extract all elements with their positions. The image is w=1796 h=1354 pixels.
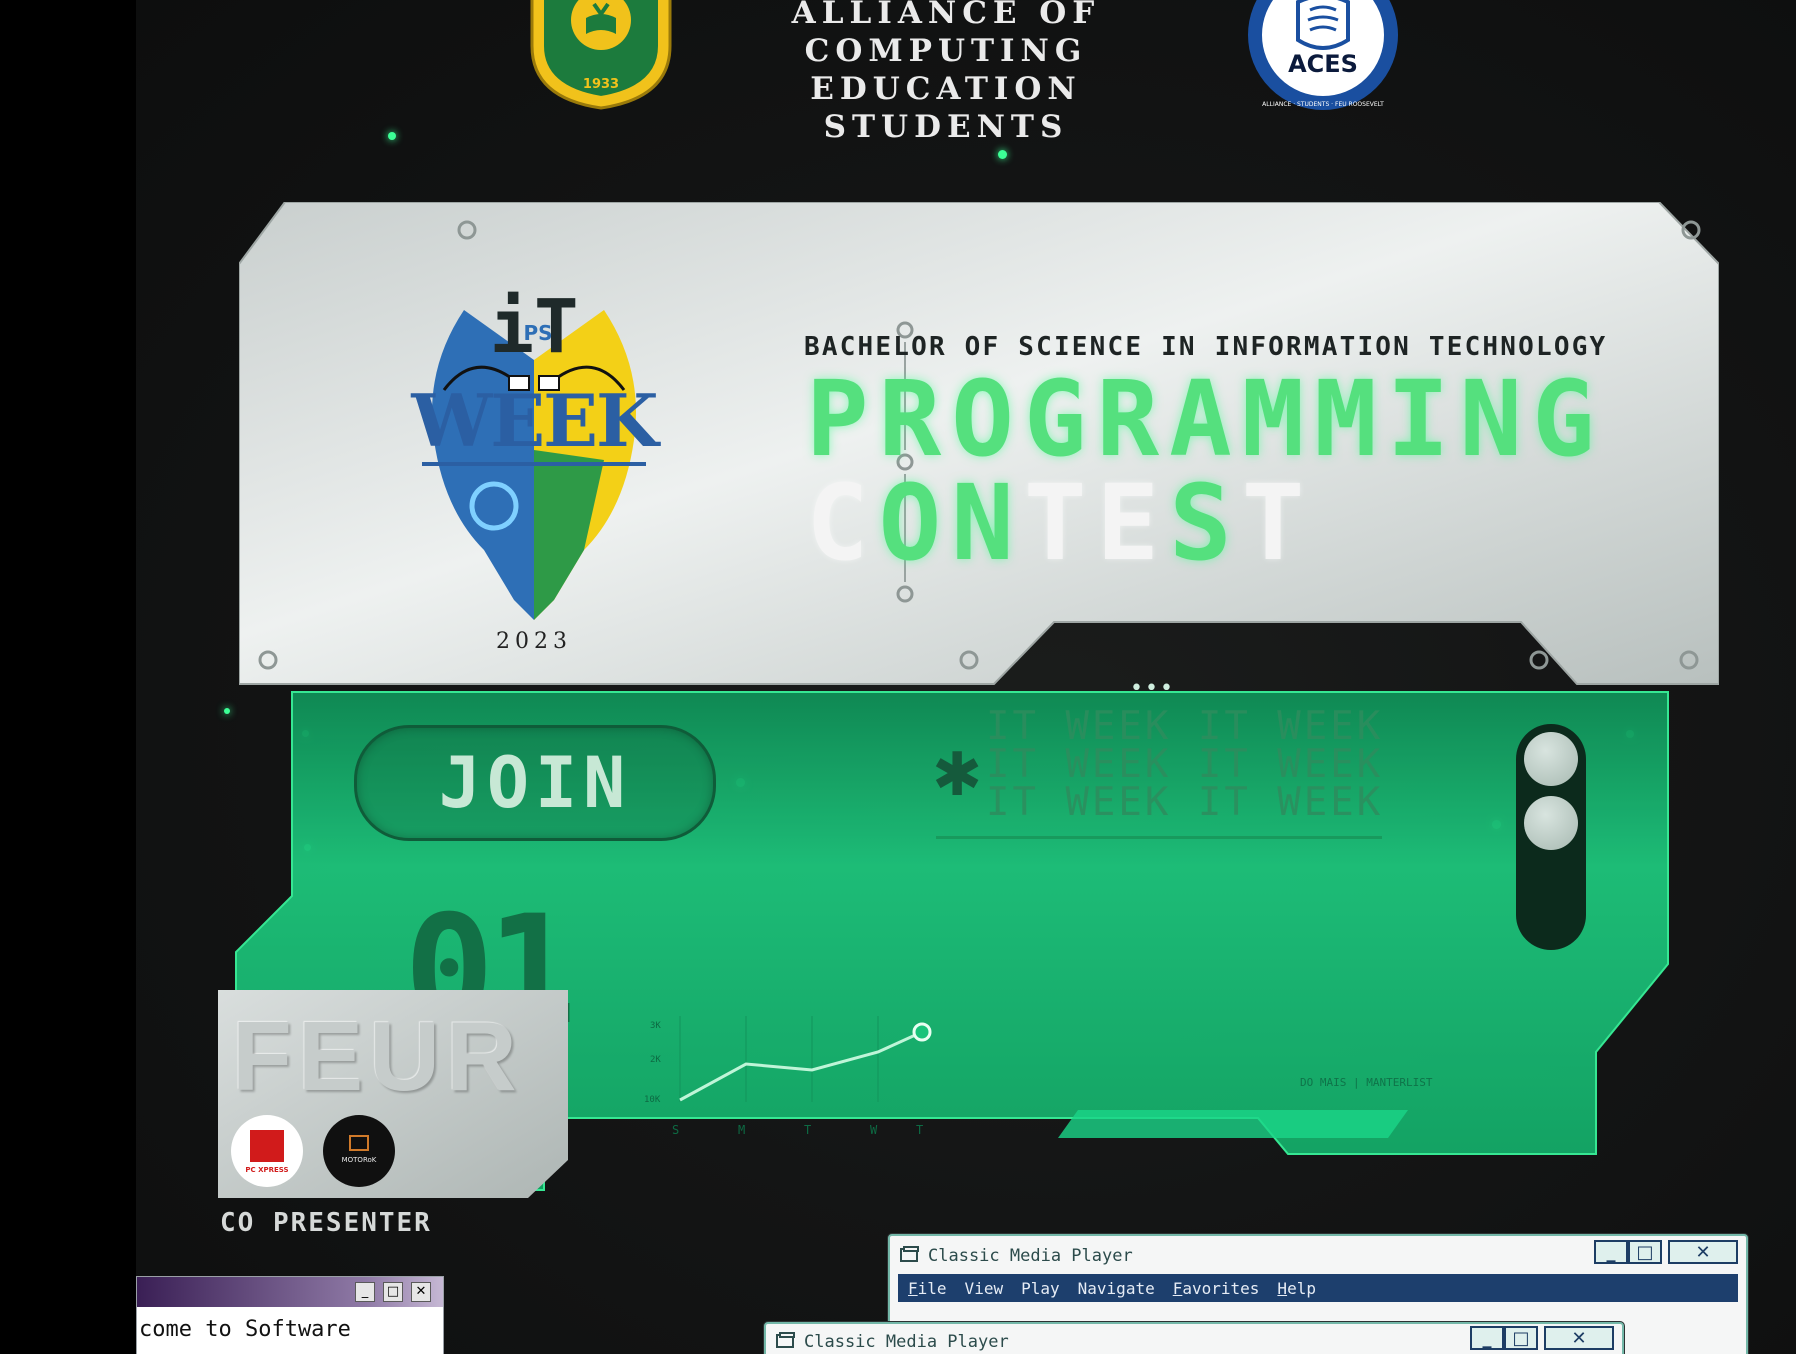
event-poster: ALLIANCE OF COMPUTING EDUCATION STUDENTS… — [136, 0, 1796, 1354]
logo-week-text: WEEK — [410, 378, 661, 463]
title-contest-part: TE — [1023, 462, 1170, 584]
title-contest-part: S — [1169, 462, 1242, 584]
close-button[interactable]: ✕ — [1544, 1326, 1614, 1350]
title-contest: CONTEST — [806, 462, 1314, 584]
it-week-logo: iT PS WEEK 2023 — [410, 284, 663, 650]
sparkle-dot — [998, 150, 1007, 159]
title-contest-part: C — [806, 462, 879, 584]
toggle-knob — [1524, 732, 1578, 786]
window-title: Classic Media Player — [928, 1246, 1133, 1266]
window-title: Classic Media Player — [804, 1332, 1009, 1352]
aces-seal-logo: ACES ALLIANCE · STUDENTS · FEU ROOSEVELT — [1248, 0, 1398, 110]
sponsor-logo-motorok: MOTORoK — [323, 1115, 395, 1187]
sparkle-dot — [388, 132, 396, 140]
menu-help[interactable]: Help — [1277, 1279, 1316, 1298]
mini-chart-x-label: W — [870, 1123, 878, 1137]
title-contest-part: T — [1241, 462, 1315, 584]
organization-title: ALLIANCE OF COMPUTING EDUCATION STUDENTS — [696, 0, 1196, 146]
menu-favorites[interactable]: Favorites — [1173, 1279, 1260, 1298]
minimize-button[interactable]: _ — [1470, 1326, 1504, 1350]
ticker-line: IT WEEK IT WEEK — [986, 704, 1384, 749]
ticker-line: IT WEEK IT WEEK — [986, 780, 1384, 825]
mini-chart-x-label: S — [672, 1123, 679, 1137]
asterisk-icon: ✱ — [932, 740, 983, 810]
maximize-button[interactable]: □ — [383, 1282, 403, 1302]
aces-ring-text: ALLIANCE · STUDENTS · FEU ROOSEVELT — [1262, 101, 1384, 108]
title-contest-part: ON — [878, 462, 1024, 584]
it-week-ticker: IT WEEK IT WEEK IT WEEK IT WEEK IT WEEK … — [986, 704, 1384, 825]
mini-chart-y-label: 10K — [644, 1095, 661, 1105]
logo-mid-text: PS — [523, 321, 552, 345]
ticker-dots: ••• — [1130, 676, 1175, 701]
media-player-window-back[interactable]: Classic Media Player _ □ ✕ — [764, 1322, 1624, 1354]
org-title-line-2: EDUCATION STUDENTS — [810, 71, 1082, 145]
sponsor-logo-pcxpress: PC XPRESS — [231, 1115, 303, 1187]
close-button[interactable]: ✕ — [411, 1282, 431, 1302]
mini-chart-x-label: T — [916, 1123, 923, 1137]
mini-chart-x-label: M — [738, 1123, 745, 1137]
feu-seal-year: 1933 — [583, 77, 619, 92]
welcome-text: come to Software — [139, 1317, 351, 1342]
minimize-button[interactable]: _ — [1594, 1240, 1628, 1264]
mini-chart-y-label: 3K — [650, 1021, 661, 1031]
maximize-button[interactable]: □ — [1628, 1240, 1662, 1264]
window-app-icon — [900, 1246, 919, 1262]
mini-chart-y-label: 2K — [650, 1055, 661, 1065]
menu-file[interactable]: File — [908, 1279, 947, 1298]
feu-seal-logo: 1933 — [530, 0, 672, 110]
menu-play[interactable]: Play — [1021, 1279, 1060, 1298]
ticker-line: IT WEEK IT WEEK — [986, 742, 1384, 787]
org-title-line-1: ALLIANCE OF COMPUTING — [791, 0, 1101, 69]
logo-year-text: 2023 — [496, 629, 572, 650]
poster-stage: ALLIANCE OF COMPUTING EDUCATION STUDENTS… — [0, 0, 1796, 1354]
maximize-button[interactable]: □ — [1504, 1326, 1538, 1350]
toggle-knob — [1524, 796, 1578, 850]
mini-chart-x-label: T — [804, 1123, 811, 1137]
co-presenter-label: CO PRESENTER — [220, 1208, 432, 1238]
sponsor-1-name: PC XPRESS — [245, 1166, 288, 1174]
panel-corner-caption: DO MAIS | MANTERLIST — [1300, 1076, 1433, 1089]
minimize-button[interactable]: _ — [355, 1282, 375, 1302]
toggle-switch[interactable] — [1516, 724, 1586, 950]
join-button[interactable]: JOIN — [354, 725, 716, 841]
feur-text: FEUR — [232, 1001, 523, 1111]
menu-bar: File View Play Navigate Favorites Help — [898, 1274, 1738, 1302]
welcome-window[interactable]: _ □ ✕ come to Software — [136, 1276, 444, 1354]
menu-navigate[interactable]: Navigate — [1078, 1279, 1155, 1298]
menu-view[interactable]: View — [965, 1279, 1004, 1298]
ticker-underline — [936, 836, 1382, 839]
aces-logo-text: ACES — [1288, 50, 1358, 78]
mini-chart: 3K 2K 10K S M T W T — [644, 1016, 932, 1137]
close-button[interactable]: ✕ — [1668, 1240, 1738, 1264]
window-app-icon — [776, 1332, 795, 1348]
sponsor-2-name: MOTORoK — [342, 1156, 377, 1164]
